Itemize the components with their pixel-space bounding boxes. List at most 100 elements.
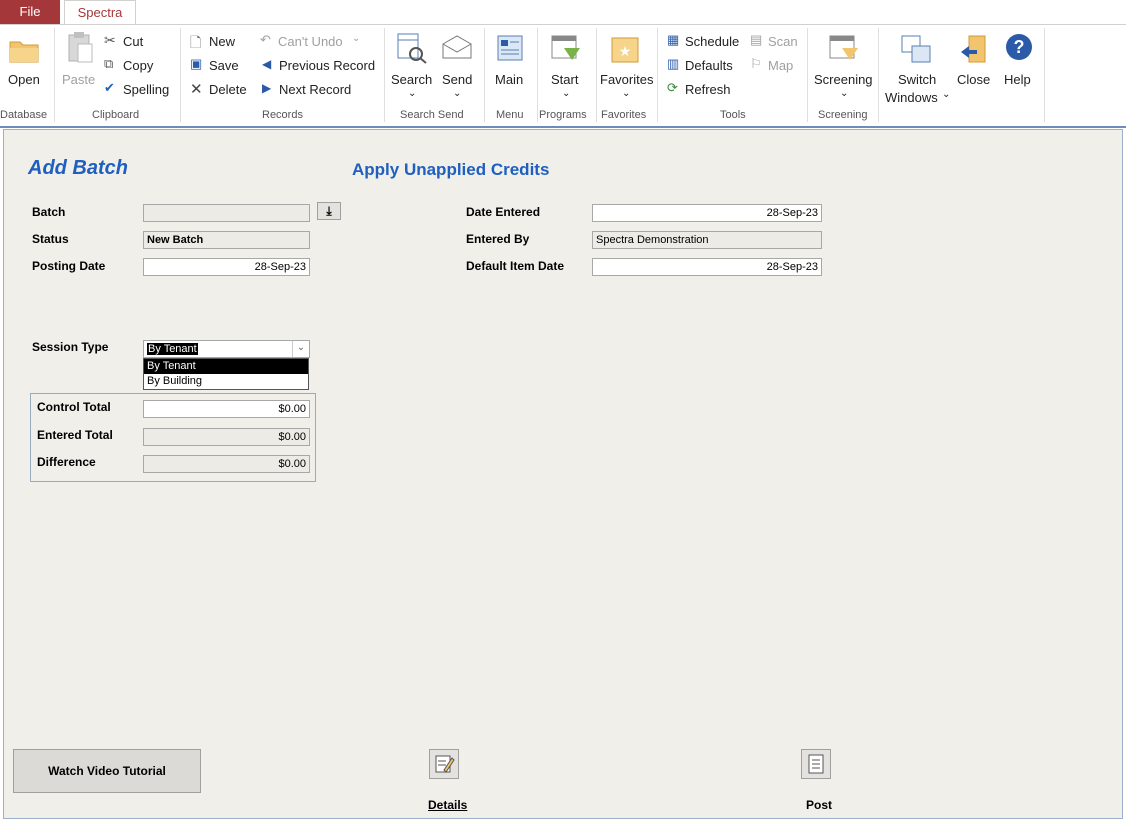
copy-icon: ⧉ [104,56,114,71]
switch-windows-icon [901,35,931,63]
post-label: Post [806,798,833,812]
chevron-down-icon: ⌄ [408,88,417,99]
date-entered-label: Date Entered [466,205,541,219]
schedule-label: Schedule [685,34,740,49]
chevron-down-icon: ⌄ [840,88,849,99]
delete-x-icon: ✕ [190,81,203,98]
batch-field[interactable] [143,204,310,222]
difference-field: $0.00 [143,455,310,473]
delete-label: Delete [209,82,247,97]
help-label: Help [1004,72,1031,87]
tab-spectra[interactable]: Spectra [64,0,136,24]
windows-label: Windows [885,90,938,105]
group-records: Records [262,109,303,121]
watch-video-tutorial-button[interactable]: Watch Video Tutorial [13,749,201,793]
map-label: Map [768,58,794,73]
session-type-dropdown: By Tenant By Building [143,358,309,390]
group-screening: Screening [818,109,868,121]
switch-windows-button[interactable]: Switch Windows ⌄ [882,28,952,108]
details-button[interactable] [429,749,459,779]
session-type-select[interactable]: By Tenant ⌄ [143,340,310,358]
group-tools: Tools [720,109,746,121]
default-item-date-label: Default Item Date [466,259,565,273]
help-icon: ? [1006,34,1032,60]
paste-label: Paste [62,72,96,87]
separator [657,28,658,122]
post-ledger-icon [808,754,824,774]
chevron-down-icon: ⌄ [453,88,462,99]
star-icon: ★ [611,37,639,63]
search-button[interactable]: Search ⌄ [390,28,434,108]
group-menu: Menu [496,109,524,121]
date-entered-field[interactable]: 28-Sep-23 [592,204,822,222]
start-icon [551,35,580,60]
undo-icon: ↶ [260,32,271,47]
control-total-field[interactable]: $0.00 [143,400,310,418]
form-subtitle: Apply Unapplied Credits [352,160,550,179]
chevron-down-icon: ⌄ [942,89,951,100]
close-door-icon [961,35,986,63]
cut-label: Cut [123,34,144,49]
map-icon: ⚐ [750,56,762,71]
defaults-icon: ▥ [667,56,680,71]
clipboard-icon [68,32,93,63]
start-button[interactable]: Start ⌄ [544,28,588,108]
close-button[interactable]: Close [956,28,992,108]
open-button[interactable]: Open [2,28,46,108]
session-type-value: By Tenant [147,343,198,355]
download-arrow-icon: ⤓ [326,204,332,218]
ribbon-bottom-border [0,126,1126,128]
defaults-label: Defaults [685,58,733,73]
save-label: Save [209,58,239,73]
default-item-date-field[interactable]: 28-Sep-23 [592,258,822,276]
chevron-down-icon: ⌄ [562,88,571,99]
send-button[interactable]: Send ⌄ [438,28,476,108]
envelope-icon [442,35,472,59]
entered-total-field: $0.00 [143,428,310,446]
main-menu-icon [497,35,523,61]
previous-record-label: Previous Record [279,58,376,73]
svg-text:★: ★ [619,43,632,59]
next-arrow-icon: ▶ [262,81,272,95]
group-database: Database [0,109,48,121]
screening-label: Screening [814,72,873,87]
status-field: New Batch [143,231,310,249]
entered-by-field: Spectra Demonstration [592,231,822,249]
separator [180,28,181,122]
help-button[interactable]: ? Help [1000,28,1038,108]
main-button[interactable]: Main [490,28,530,108]
previous-arrow-icon: ◀ [262,57,272,71]
chevron-down-icon[interactable]: ⌄ [292,341,309,357]
separator [596,28,597,122]
separator [384,28,385,122]
main-label: Main [495,72,524,87]
scissors-icon: ✂ [104,32,116,48]
dropdown-option[interactable]: By Building [144,374,308,389]
favorites-button[interactable]: ★ Favorites ⌄ [598,28,654,108]
separator [807,28,808,122]
entered-total-label: Entered Total [37,428,113,442]
cant-undo-label: Can't Undo [278,34,343,49]
open-label: Open [8,72,40,87]
screening-button[interactable]: Screening ⌄ [812,28,874,108]
difference-label: Difference [37,455,96,469]
batch-lookup-button[interactable]: ⤓ [317,202,341,220]
new-label: New [209,34,236,49]
dropdown-option[interactable]: By Tenant [144,359,308,374]
switch-label: Switch [898,72,937,87]
separator [1044,28,1045,122]
scan-label: Scan [768,34,798,49]
scanner-icon: ▤ [750,32,763,47]
posting-date-field[interactable]: 28-Sep-23 [143,258,310,276]
post-button[interactable] [801,749,831,779]
group-clipboard: Clipboard [92,109,140,121]
close-label: Close [957,72,991,87]
entered-by-label: Entered By [466,232,530,246]
checkmark-icon: ✔ [104,80,115,95]
separator [484,28,485,122]
paste-button[interactable]: Paste [60,28,100,108]
tab-file[interactable]: File [0,0,60,24]
chevron-down-icon: ⌄ [352,33,361,44]
search-icon [397,33,427,64]
svg-text:?: ? [1014,37,1025,57]
